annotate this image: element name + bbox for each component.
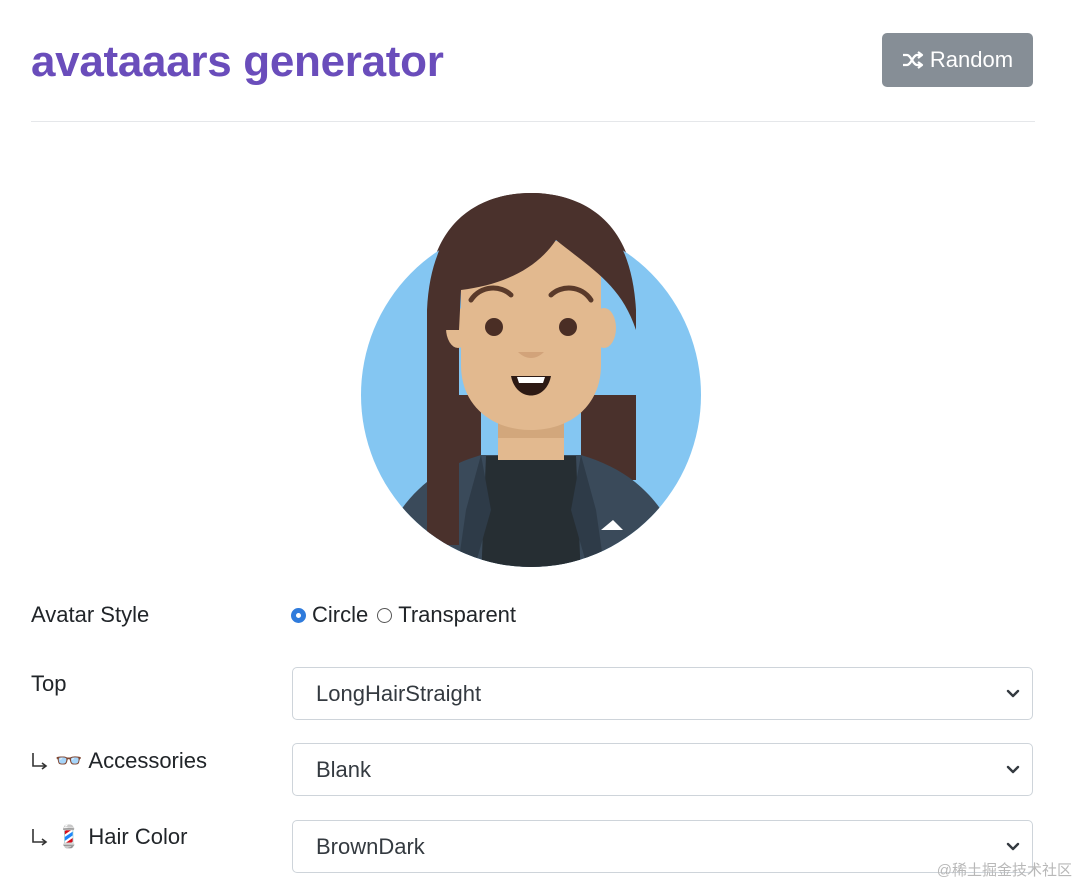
barber-pole-icon: 💈	[55, 824, 83, 849]
chevron-down-icon	[1006, 842, 1020, 852]
corner-arrow-icon	[31, 751, 49, 771]
accessories-label: 👓 Accessories	[31, 747, 207, 775]
avatar-style-label: Avatar Style	[31, 602, 150, 627]
watermark: @稀土掘金技术社区	[936, 862, 1072, 879]
avatar-right-eye	[559, 318, 577, 336]
avatar-left-eye	[485, 318, 503, 336]
corner-arrow-icon	[31, 827, 49, 847]
radio-circle[interactable]	[291, 607, 306, 623]
radio-transparent[interactable]	[377, 607, 393, 623]
accessories-select[interactable]: Blank	[292, 743, 1033, 796]
random-button-label: Random	[929, 47, 1014, 72]
header-divider	[31, 121, 1035, 122]
chevron-down-icon	[1006, 765, 1020, 775]
chevron-down-icon	[1006, 689, 1020, 699]
avatar-style-radio-group: Circle Transparent	[291, 601, 525, 629]
hair-color-label: 💈 Hair Color	[31, 823, 187, 851]
top-select[interactable]: LongHairStraight	[292, 667, 1033, 720]
hair-color-select[interactable]: BrownDark	[292, 820, 1033, 873]
glasses-icon: 👓	[55, 748, 83, 773]
avatar-preview	[361, 193, 701, 567]
page-title: avataaars generator	[31, 37, 444, 86]
radio-option-circle[interactable]: Circle	[291, 601, 368, 629]
random-button[interactable]: Random	[882, 33, 1033, 87]
page: avataaars generator Random Avatar Style …	[0, 0, 1080, 886]
radio-option-transparent[interactable]: Transparent	[377, 601, 516, 629]
shuffle-icon	[902, 51, 924, 69]
top-label: Top	[31, 671, 67, 696]
